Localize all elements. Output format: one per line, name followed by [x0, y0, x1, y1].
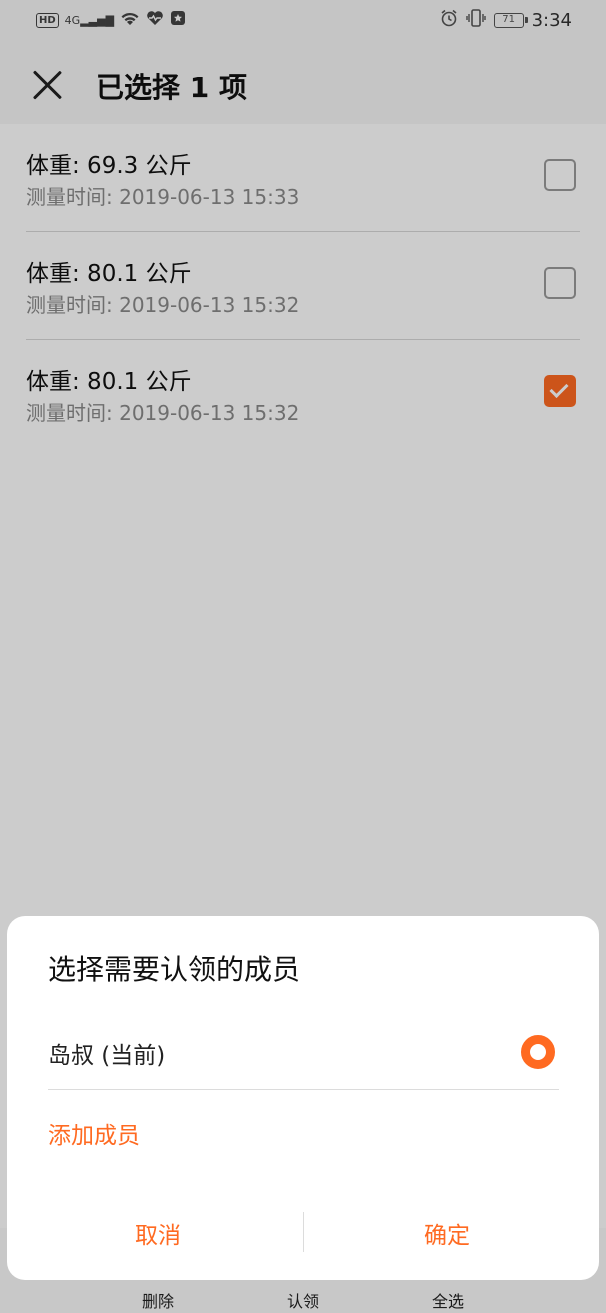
add-member-link[interactable]: 添加成员: [48, 1116, 140, 1150]
cancel-button[interactable]: 取消: [58, 1216, 258, 1250]
member-option[interactable]: 岛叔 (当前): [48, 1016, 559, 1090]
confirm-button[interactable]: 确定: [347, 1216, 547, 1250]
radio-selected-icon[interactable]: [521, 1035, 555, 1069]
claim-member-dialog: 选择需要认领的成员 岛叔 (当前) 添加成员 取消 确定: [7, 916, 599, 1280]
dialog-title: 选择需要认领的成员: [48, 953, 301, 986]
button-divider: [303, 1212, 304, 1252]
member-name: 岛叔 (当前): [48, 1043, 166, 1069]
